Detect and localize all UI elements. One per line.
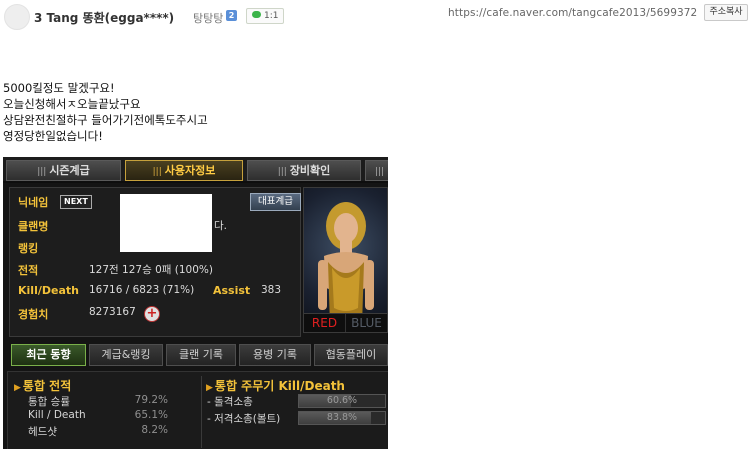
character-portrait: [303, 187, 388, 333]
comment-count: 1:1: [264, 11, 279, 21]
tab-bars-icon: |||: [37, 167, 47, 177]
weapon-sniper-label: - 저격소총(볼트): [207, 413, 281, 425]
game-tab-bar: ||| 시즌계급 ||| 사용자정보 ||| 장비확인 |||: [3, 157, 388, 183]
post-body-line: 영정당한일없습니다!: [3, 129, 103, 143]
exp-value: 8273167: [89, 306, 136, 318]
stat-win-rate-value: 79.2%: [134, 394, 168, 406]
ranking-label: 랭킹: [18, 242, 39, 255]
character-figure-icon: [318, 202, 374, 329]
next-badge: NEXT: [60, 195, 92, 209]
subtab-rank[interactable]: 계급&랭킹: [89, 344, 163, 366]
stat-kd-value: 65.1%: [134, 409, 168, 421]
clan-label: 클랜명: [18, 220, 49, 233]
representative-rank-button[interactable]: 대표계급: [250, 193, 301, 211]
stats-divider: [201, 376, 202, 448]
weapon-kd-title: ▶ 통합 주무기 Kill/Death: [206, 379, 345, 393]
weapon-sniper-bar: 83.8%: [298, 411, 386, 425]
post-title: 3 Tang 똥환(egga****): [34, 11, 175, 25]
author-nickname[interactable]: 탕탕탕: [193, 10, 223, 26]
tab-bars-icon: |||: [152, 167, 162, 177]
tab-bars-icon: |||: [374, 167, 385, 177]
comment-bubble-icon: [252, 11, 261, 18]
exp-label: 경험치: [18, 308, 49, 321]
combined-record-title: ▶ 통합 전적: [14, 379, 72, 393]
profile-info-panel: 닉네임 NEXT 대표계급 클랜명 다. 랭킹 전적 127전 127승 0패 …: [9, 187, 301, 337]
weapon-assault-bar: 60.6%: [298, 394, 386, 408]
tab-season-rank[interactable]: ||| 시즌계급: [6, 160, 121, 181]
record-label: 전적: [18, 264, 39, 277]
team-indicator: RED BLUE: [303, 313, 388, 333]
tab-user-info[interactable]: ||| 사용자정보: [125, 160, 243, 181]
tab-equipment[interactable]: ||| 장비확인: [247, 160, 361, 181]
stat-win-rate-label: 통합 승률: [28, 396, 70, 408]
subtab-clan[interactable]: 클랜 기록: [166, 344, 236, 366]
subtab-mercenary[interactable]: 용병 기록: [239, 344, 311, 366]
stat-headshot-label: 헤드샷: [28, 426, 57, 438]
record-value: 127전 127승 0패 (100%): [89, 264, 213, 276]
post-body-line: 상담완전친절하구 들어가기전에톡도주시고: [3, 113, 208, 127]
subtab-coop[interactable]: 협동플레이: [314, 344, 388, 366]
kill-death-value: 16716 / 6823 (71%): [89, 284, 195, 296]
weapon-assault-label: - 돌격소총: [207, 396, 253, 408]
clan-value: 다.: [214, 220, 227, 232]
assist-label: Assist: [213, 284, 251, 297]
assist-value: 383: [261, 284, 282, 296]
bullet-arrow-icon: ▶: [206, 383, 213, 393]
kill-death-label: Kill/Death: [18, 284, 79, 297]
team-red: RED: [304, 314, 346, 332]
add-exp-icon[interactable]: +: [144, 306, 160, 322]
author-avatar[interactable]: [4, 4, 30, 30]
tab-overflow[interactable]: |||: [365, 160, 388, 181]
game-profile-screenshot: ||| 시즌계급 ||| 사용자정보 ||| 장비확인 ||| 닉네임 NEXT 대표…: [3, 157, 388, 449]
stats-panel: ▶ 통합 전적 통합 승률 79.2% Kill / Death 65.1% 헤드…: [7, 371, 388, 449]
redacted-area: [120, 194, 212, 252]
weapon-assault-value: 60.6%: [326, 395, 358, 406]
stat-kd-label: Kill / Death: [28, 409, 86, 421]
weapon-sniper-value: 83.8%: [326, 412, 358, 423]
post-body-line: 오늘신청해서ㅈ오늘끝났구요: [3, 97, 141, 111]
subtab-recent[interactable]: 최근 동향: [11, 344, 86, 366]
member-level-badge: 2: [226, 10, 237, 21]
record-subtab-bar: 최근 동향 계급&랭킹 클랜 기록 용병 기록 협동플레이: [7, 344, 388, 366]
stat-headshot-value: 8.2%: [141, 424, 168, 436]
bullet-arrow-icon: ▶: [14, 383, 21, 393]
post-url: https://cafe.naver.com/tangcafe2013/5699…: [448, 7, 698, 19]
comment-count-button[interactable]: 1:1: [246, 8, 285, 24]
post-body-line: 5000킬정도 말겠구요!: [3, 81, 115, 95]
tab-bars-icon: |||: [277, 167, 287, 177]
copy-url-button[interactable]: 주소복사: [704, 4, 748, 21]
nickname-label: 닉네임: [18, 196, 49, 209]
team-blue: BLUE: [351, 316, 382, 330]
